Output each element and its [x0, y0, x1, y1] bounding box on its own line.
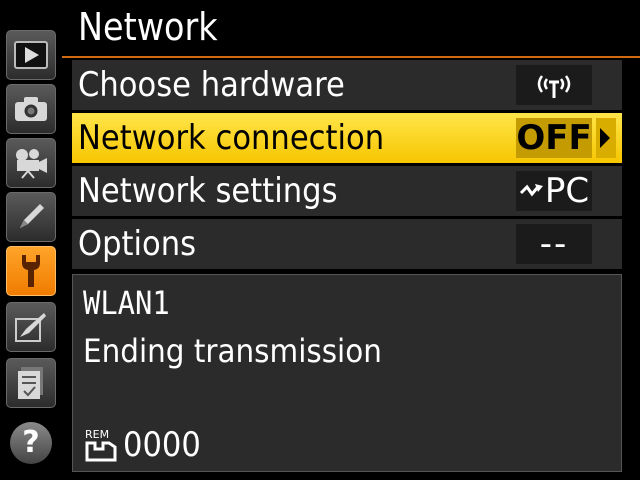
menu-item-options[interactable]: Options --	[72, 219, 622, 269]
tab-playback[interactable]	[6, 30, 56, 80]
remaining-icon-label: REM	[85, 428, 109, 441]
status-text: Ending transmission	[83, 332, 382, 370]
help-button[interactable]: ?	[10, 422, 52, 464]
options-value: --	[516, 224, 592, 264]
profile-name: WLAN1	[83, 284, 170, 322]
movie-icon	[16, 149, 47, 179]
pc-connection-icon	[519, 184, 543, 197]
tab-custom-settings[interactable]	[6, 192, 56, 242]
tab-movie-shooting[interactable]	[6, 138, 56, 188]
retouch-icon	[15, 313, 46, 342]
menu-item-choose-hardware[interactable]: Choose hardware	[72, 60, 622, 110]
remaining-count: 0000	[123, 425, 201, 465]
pc-label: PC	[544, 171, 590, 211]
menu-item-network-settings[interactable]: Network settings PC	[72, 166, 622, 216]
menu-item-label: Network settings	[78, 171, 338, 211]
remaining-icon: REM	[85, 428, 117, 462]
tab-recent-settings[interactable]	[6, 358, 56, 408]
tab-retouch[interactable]	[6, 302, 56, 352]
chevron-right-icon	[600, 128, 610, 148]
tab-setup[interactable]	[6, 246, 56, 296]
pencil-icon	[20, 204, 44, 228]
title-divider	[62, 56, 640, 58]
page-title: Network	[78, 5, 218, 49]
playback-icon	[14, 41, 48, 69]
help-icon: ?	[22, 425, 40, 460]
tab-photo-shooting[interactable]	[6, 84, 56, 134]
network-settings-value: PC	[516, 171, 592, 211]
sidebar: ?	[0, 0, 62, 480]
network-connection-value: OFF	[516, 118, 592, 158]
camera-icon	[15, 97, 47, 121]
menu-item-label: Network connection	[78, 118, 385, 158]
menu-item-network-connection[interactable]: Network connection OFF	[72, 113, 622, 163]
recent-settings-icon	[18, 367, 43, 399]
wrench-icon	[22, 255, 40, 287]
menu-item-label: Choose hardware	[78, 65, 345, 105]
menu-item-label: Options	[78, 224, 197, 264]
wireless-antenna-icon	[516, 65, 592, 105]
network-menu: Choose hardware Network connection OFF N…	[72, 60, 622, 272]
status-panel: WLAN1 Ending transmission REM 0000	[72, 274, 622, 472]
